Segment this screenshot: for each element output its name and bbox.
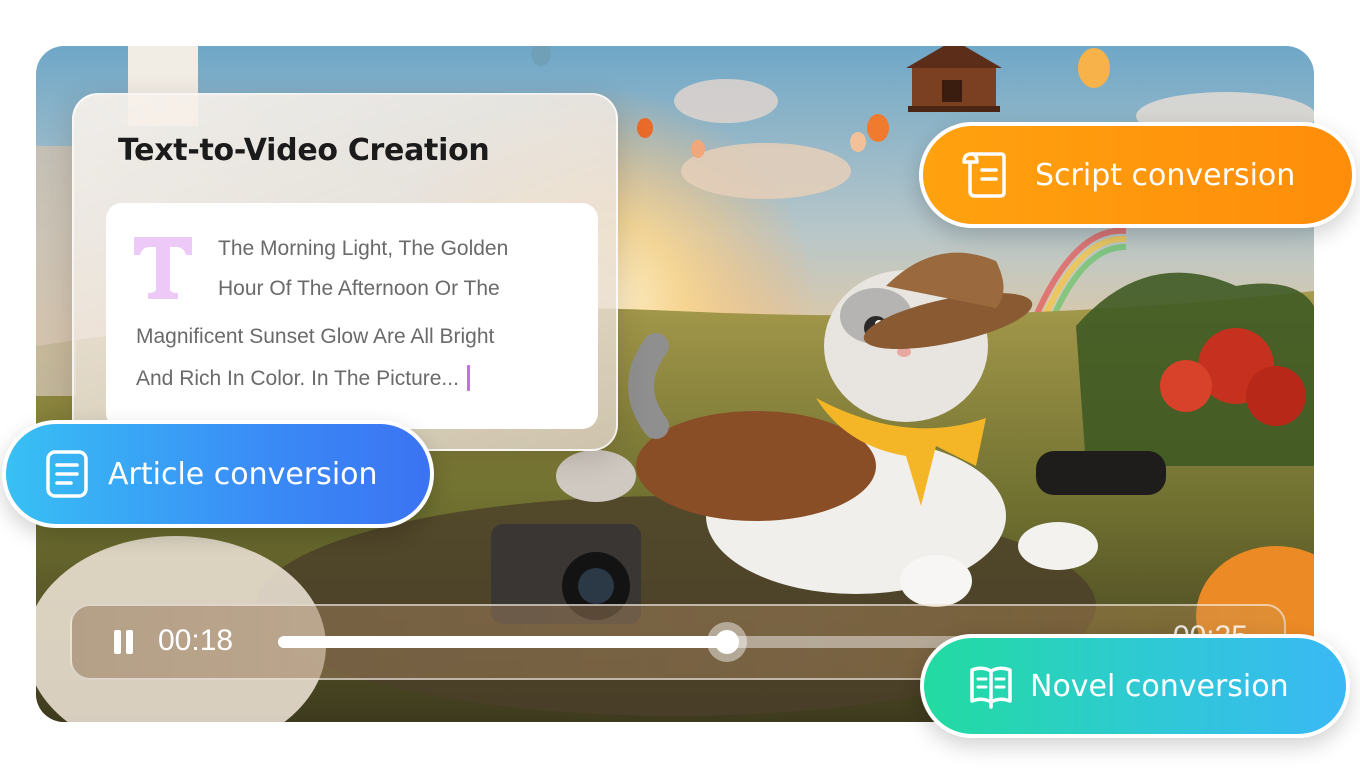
text-caret bbox=[466, 365, 470, 391]
script-conversion-label: Script conversion bbox=[1035, 157, 1296, 193]
article-conversion-button[interactable]: Article conversion bbox=[2, 420, 434, 528]
progress-track[interactable] bbox=[278, 622, 968, 662]
story-text-line: And Rich In Color. In The Picture... bbox=[136, 367, 459, 390]
story-text-line: Hour Of The Afternoon Or The bbox=[218, 277, 500, 300]
scroll-icon bbox=[962, 152, 1006, 198]
progress-fill bbox=[278, 636, 727, 648]
card-title: Text-to-Video Creation bbox=[118, 133, 490, 168]
story-text-line: The Morning Light, The Golden bbox=[218, 237, 509, 260]
story-text-box[interactable]: The Morning Light, The Golden Hour Of Th… bbox=[106, 203, 598, 429]
document-lines-icon bbox=[46, 450, 88, 498]
open-book-icon bbox=[970, 666, 1012, 709]
novel-conversion-label: Novel conversion bbox=[1030, 668, 1289, 704]
progress-thumb[interactable] bbox=[706, 622, 747, 662]
text-to-video-card: Text-to-Video Creation The Morning Light… bbox=[72, 93, 618, 451]
script-conversion-button[interactable]: Script conversion bbox=[919, 122, 1356, 228]
story-text-line: Magnificent Sunset Glow Are All Bright bbox=[136, 325, 495, 348]
novel-conversion-button[interactable]: Novel conversion bbox=[920, 634, 1350, 738]
story-text-line-last: And Rich In Color. In The Picture... bbox=[136, 365, 470, 391]
letter-t-icon bbox=[134, 237, 192, 299]
current-time: 00:18 bbox=[158, 624, 234, 657]
pause-icon[interactable] bbox=[112, 628, 136, 656]
article-conversion-label: Article conversion bbox=[108, 456, 378, 492]
